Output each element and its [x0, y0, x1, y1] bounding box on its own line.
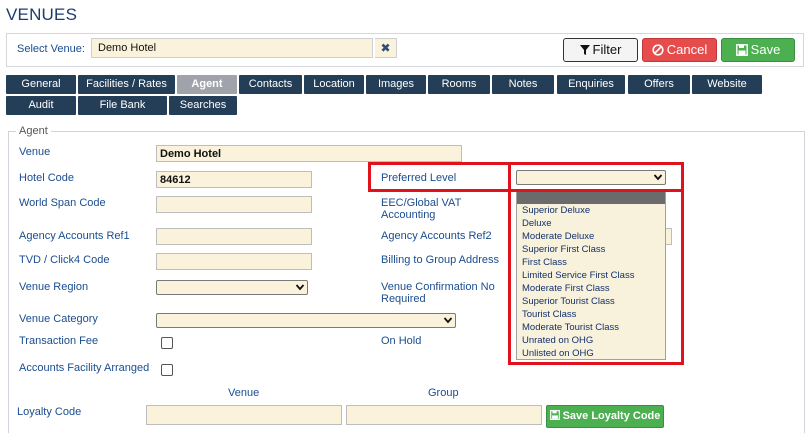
world-span-code-field[interactable] — [156, 196, 312, 213]
tab-searches[interactable]: Searches — [169, 96, 237, 115]
tab-location[interactable]: Location — [304, 75, 364, 94]
page-title: VENUES — [6, 5, 78, 24]
save-button-label: Save — [750, 42, 781, 57]
eec-vat-label-line2: Accounting — [381, 209, 436, 221]
tab-general[interactable]: General — [6, 75, 76, 94]
save-button[interactable]: Save — [721, 38, 795, 62]
tvd-click4-code-label: TVD / Click4 Code — [19, 254, 110, 266]
transaction-fee-checkbox[interactable] — [161, 337, 173, 349]
agency-accounts-ref1-field[interactable] — [156, 228, 312, 245]
tab-website[interactable]: Website — [692, 75, 762, 94]
chevron-down-icon — [295, 284, 305, 291]
tab-rooms[interactable]: Rooms — [428, 75, 490, 94]
filter-button[interactable]: Filter — [563, 38, 638, 62]
venue-confirmation-label-line2: Required — [381, 293, 426, 305]
funnel-icon — [579, 45, 590, 55]
ban-icon — [652, 44, 664, 56]
tab-enquiries[interactable]: Enquiries — [557, 75, 625, 94]
tab-notes[interactable]: Notes — [492, 75, 554, 94]
agent-legend: Agent — [16, 125, 51, 137]
tvd-click4-code-field[interactable] — [156, 253, 312, 270]
venue-selector-bar: Select Venue: Demo Hotel ✖ Filter Cancel… — [6, 33, 804, 67]
loyalty-venue-field[interactable] — [146, 405, 342, 425]
select-venue-label: Select Venue: — [17, 43, 85, 55]
loyalty-group-header: Group — [428, 387, 459, 399]
venue-label: Venue — [19, 146, 51, 158]
tab-audit[interactable]: Audit — [6, 96, 76, 115]
tab-file-bank[interactable]: File Bank — [78, 96, 167, 115]
tab-contacts[interactable]: Contacts — [239, 75, 302, 94]
clear-venue-button[interactable]: ✖ — [375, 38, 397, 58]
dropdown-highlight-frame — [508, 162, 684, 365]
billing-group-address-label: Billing to Group Address — [381, 254, 500, 266]
accounts-facility-checkbox[interactable] — [161, 364, 173, 376]
hotel-code-label: Hotel Code — [19, 172, 75, 184]
venue-select-input[interactable]: Demo Hotel — [91, 38, 373, 58]
venue-region-select[interactable] — [156, 280, 308, 295]
on-hold-label: On Hold — [381, 335, 422, 347]
venue-field[interactable]: Demo Hotel — [156, 145, 462, 162]
loyalty-code-label: Loyalty Code — [17, 406, 82, 418]
transaction-fee-label: Transaction Fee — [19, 335, 99, 347]
save-loyalty-code-label: Save Loyalty Code — [562, 410, 661, 422]
close-icon: ✖ — [380, 41, 391, 55]
floppy-disk-icon — [735, 44, 748, 56]
loyalty-group-field[interactable] — [346, 405, 542, 425]
loyalty-venue-header: Venue — [228, 387, 260, 399]
venue-confirmation-label-line1: Venue Confirmation No — [381, 281, 495, 293]
agency-accounts-ref2-label: Agency Accounts Ref2 — [381, 230, 492, 242]
venue-region-label: Venue Region — [19, 281, 89, 293]
agency-accounts-ref1-label: Agency Accounts Ref1 — [19, 230, 130, 242]
venue-category-select[interactable] — [156, 313, 456, 328]
chevron-down-icon — [443, 317, 453, 324]
tab-facilities-rates[interactable]: Facilities / Rates — [78, 75, 175, 94]
save-loyalty-code-button[interactable]: Save Loyalty Code — [546, 405, 664, 428]
tab-agent[interactable]: Agent — [177, 75, 237, 94]
cancel-button[interactable]: Cancel — [642, 38, 717, 62]
tab-offers[interactable]: Offers — [628, 75, 690, 94]
hotel-code-field[interactable]: 84612 — [156, 171, 312, 188]
eec-vat-label-line1: EEC/Global VAT — [381, 197, 462, 209]
accounts-facility-label: Accounts Facility Arranged — [19, 362, 150, 374]
world-span-code-label: World Span Code — [19, 197, 106, 209]
venue-category-label: Venue Category — [19, 313, 98, 325]
filter-button-label: Filter — [592, 42, 622, 57]
tab-images[interactable]: Images — [366, 75, 426, 94]
floppy-disk-icon — [549, 410, 560, 420]
cancel-button-label: Cancel — [666, 42, 708, 57]
